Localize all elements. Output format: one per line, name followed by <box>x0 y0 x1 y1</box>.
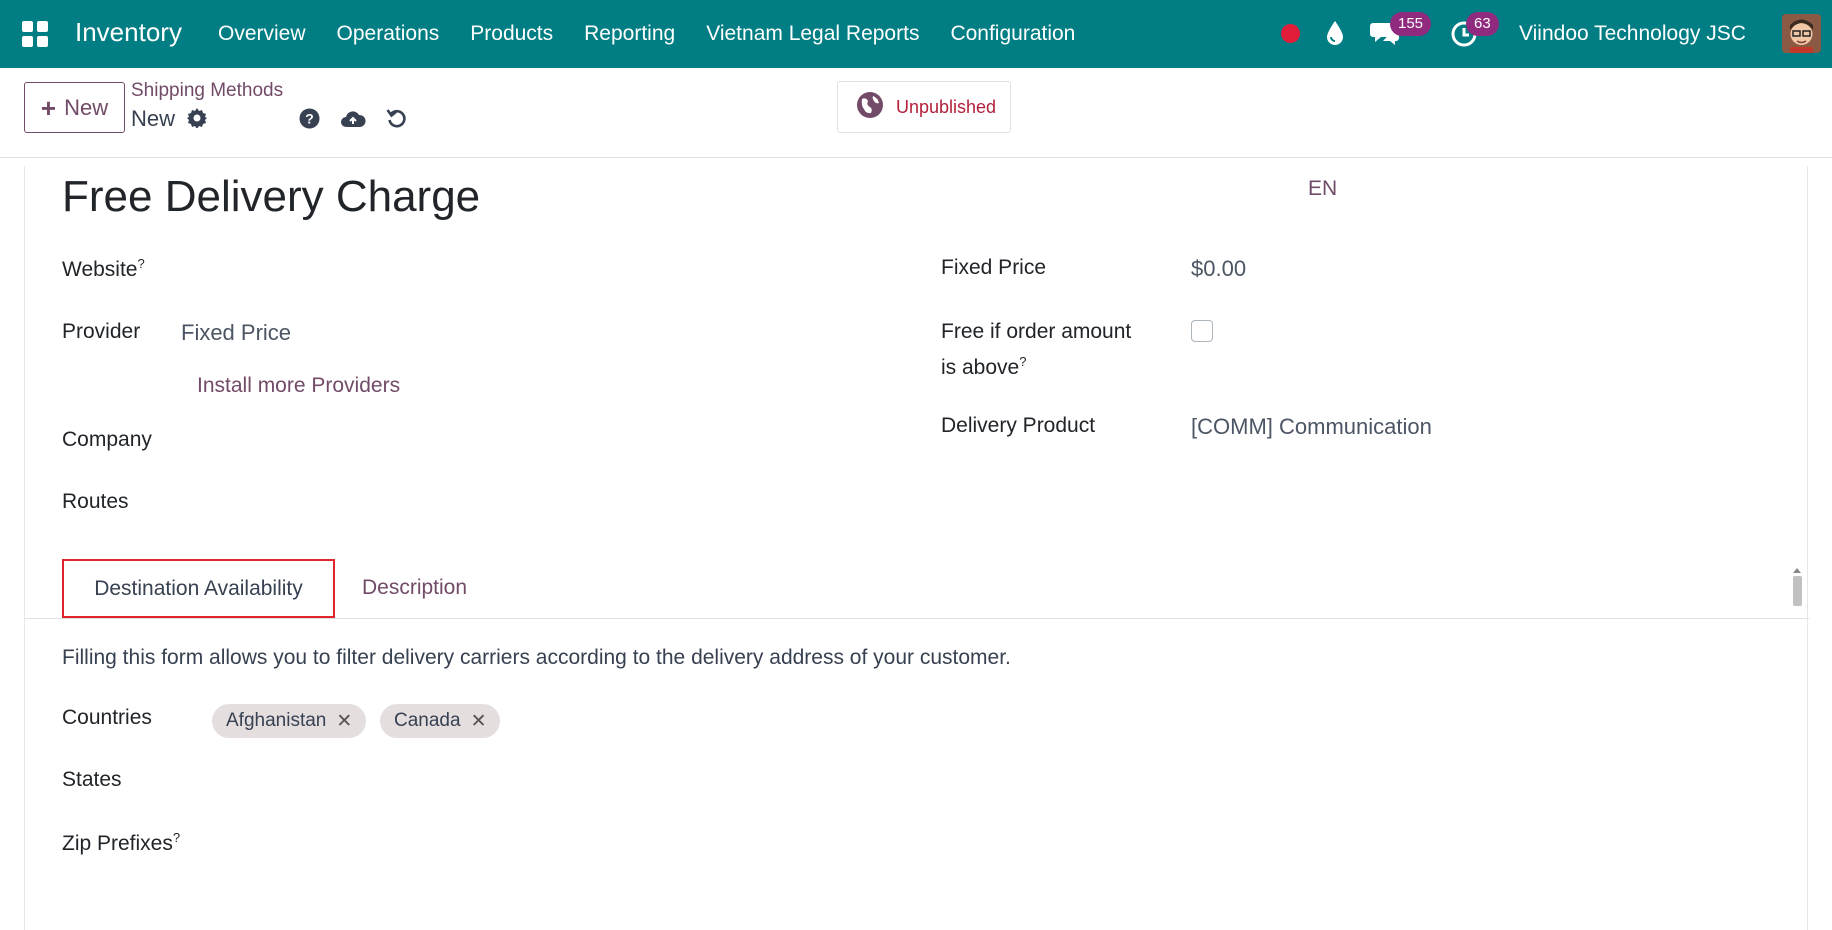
user-avatar[interactable] <box>1782 14 1821 53</box>
delivery-product-field[interactable]: [COMM] Communication <box>1191 414 1432 440</box>
country-tag: Canada ✕ <box>380 704 501 738</box>
fixed-price-label: Fixed Price <box>941 256 1047 279</box>
company-switcher[interactable]: Viindoo Technology JSC <box>1519 22 1746 46</box>
free-if-label-line1: Free if order amount <box>941 320 1132 343</box>
language-selector[interactable]: EN <box>1308 177 1337 201</box>
app-brand[interactable]: Inventory <box>75 17 182 48</box>
tab-description[interactable]: Description <box>362 576 467 600</box>
states-label: States <box>62 768 122 791</box>
website-label-text: Website <box>62 258 138 281</box>
remove-tag-icon[interactable]: ✕ <box>336 710 352 733</box>
new-button-label: New <box>64 94 109 120</box>
svg-text:?: ? <box>305 111 314 127</box>
scroll-up-arrow-icon[interactable] <box>1790 565 1804 575</box>
menu-overview[interactable]: Overview <box>218 22 306 46</box>
provider-field[interactable]: Fixed Price <box>181 320 291 346</box>
breadcrumb-shipping-methods[interactable]: Shipping Methods <box>131 80 283 102</box>
help-icon[interactable]: ? <box>299 108 320 134</box>
zip-prefixes-label-text: Zip Prefixes <box>62 832 173 855</box>
scrollbar-thumb[interactable] <box>1793 576 1802 606</box>
free-over-checkbox[interactable] <box>1191 320 1213 342</box>
record-title[interactable]: Free Delivery Charge <box>62 172 480 222</box>
scrollbar[interactable] <box>1790 562 1804 614</box>
globe-icon <box>856 91 884 124</box>
zip-prefixes-tooltip[interactable]: ? <box>173 830 180 845</box>
provider-label: Provider <box>62 320 141 343</box>
countries-label: Countries <box>62 706 152 729</box>
zip-prefixes-label: Zip Prefixes? <box>62 830 180 856</box>
country-tag-label: Canada <box>394 710 461 731</box>
apps-menu-icon[interactable] <box>22 21 48 47</box>
menu-vietnam-legal-reports[interactable]: Vietnam Legal Reports <box>706 22 919 46</box>
country-tag: Afghanistan ✕ <box>212 704 367 738</box>
form-sheet: Free Delivery Charge EN Website? Provide… <box>24 166 1809 930</box>
tabs-divider <box>25 618 1809 619</box>
remove-tag-icon[interactable]: ✕ <box>471 710 487 733</box>
water-drop-icon[interactable] <box>1325 20 1345 51</box>
routes-label: Routes <box>62 490 129 513</box>
top-navbar: Inventory Overview Operations Products R… <box>0 0 1832 68</box>
activity-count-badge: 63 <box>1466 12 1499 36</box>
save-cloud-icon[interactable] <box>340 108 366 134</box>
recording-dot-icon[interactable] <box>1281 24 1300 43</box>
free-if-label-line2: is above? <box>941 354 1026 380</box>
website-label: Website? <box>62 256 145 282</box>
country-tag-label: Afghanistan <box>226 710 327 731</box>
menu-operations[interactable]: Operations <box>337 22 440 46</box>
delivery-product-label: Delivery Product <box>941 414 1096 437</box>
website-tooltip[interactable]: ? <box>137 256 144 271</box>
free-if-tooltip[interactable]: ? <box>1019 354 1026 369</box>
menu-configuration[interactable]: Configuration <box>950 22 1075 46</box>
free-if-label-text: is above <box>941 356 1020 379</box>
new-button[interactable]: + New <box>24 82 125 133</box>
publish-status-label: Unpublished <box>896 96 997 117</box>
install-more-providers-link[interactable]: Install more Providers <box>197 374 400 398</box>
company-label: Company <box>62 428 152 451</box>
destination-hint-text: Filling this form allows you to filter d… <box>62 646 1011 669</box>
plus-icon: + <box>40 92 57 123</box>
menu-products[interactable]: Products <box>470 22 553 46</box>
fixed-price-field[interactable]: $0.00 <box>1191 256 1246 282</box>
menu-reporting[interactable]: Reporting <box>584 22 675 46</box>
record-name: New <box>131 106 176 131</box>
main-menu: Overview Operations Products Reporting V… <box>218 22 1106 46</box>
publish-toggle-button[interactable]: Unpublished <box>837 81 1011 133</box>
control-panel: + New Shipping Methods New ? Unpublished <box>0 68 1832 158</box>
discard-undo-icon[interactable] <box>386 108 407 134</box>
gear-icon[interactable] <box>187 108 207 133</box>
tab-destination-availability[interactable]: Destination Availability <box>62 559 335 618</box>
chat-count-badge: 155 <box>1390 12 1432 36</box>
